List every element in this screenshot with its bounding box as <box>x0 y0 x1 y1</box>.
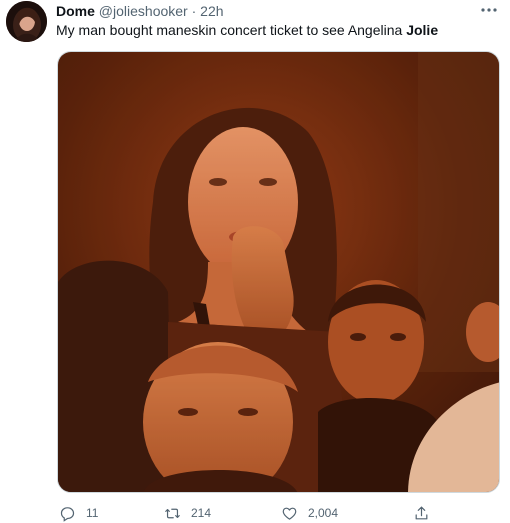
tweet-header: Dome @jolieshooker · 22h <box>56 3 480 20</box>
like-button[interactable]: 2,004 <box>281 503 338 523</box>
retweet-icon <box>165 508 180 518</box>
user-handle[interactable]: @jolieshooker <box>99 3 188 19</box>
tweet-text-bold: Jolie <box>406 22 439 38</box>
avatar[interactable] <box>6 1 47 42</box>
tweet-photo[interactable] <box>57 51 500 493</box>
more-icon[interactable] <box>478 2 500 18</box>
heart-icon <box>282 507 297 520</box>
like-count: 2,004 <box>308 506 339 520</box>
retweet-button[interactable]: 214 <box>164 503 211 523</box>
retweet-count: 214 <box>191 506 212 520</box>
separator-dot: · <box>191 3 197 19</box>
share-icon <box>415 506 428 519</box>
tweet-text-body: My man bought maneskin concert ticket to… <box>56 22 407 38</box>
reply-icon <box>60 506 75 522</box>
display-name[interactable]: Dome <box>56 3 95 19</box>
share-button[interactable] <box>413 503 430 523</box>
photo-image <box>58 52 499 492</box>
reply-count: 11 <box>86 506 99 520</box>
timestamp[interactable]: 22h <box>200 3 223 19</box>
action-bar: 11 214 2,004 <box>57 503 437 523</box>
reply-button[interactable]: 11 <box>59 503 98 523</box>
tweet-card[interactable]: Dome @jolieshooker · 22h My man bought m… <box>0 0 510 523</box>
tweet-text: My man bought maneskin concert ticket to… <box>56 22 498 39</box>
